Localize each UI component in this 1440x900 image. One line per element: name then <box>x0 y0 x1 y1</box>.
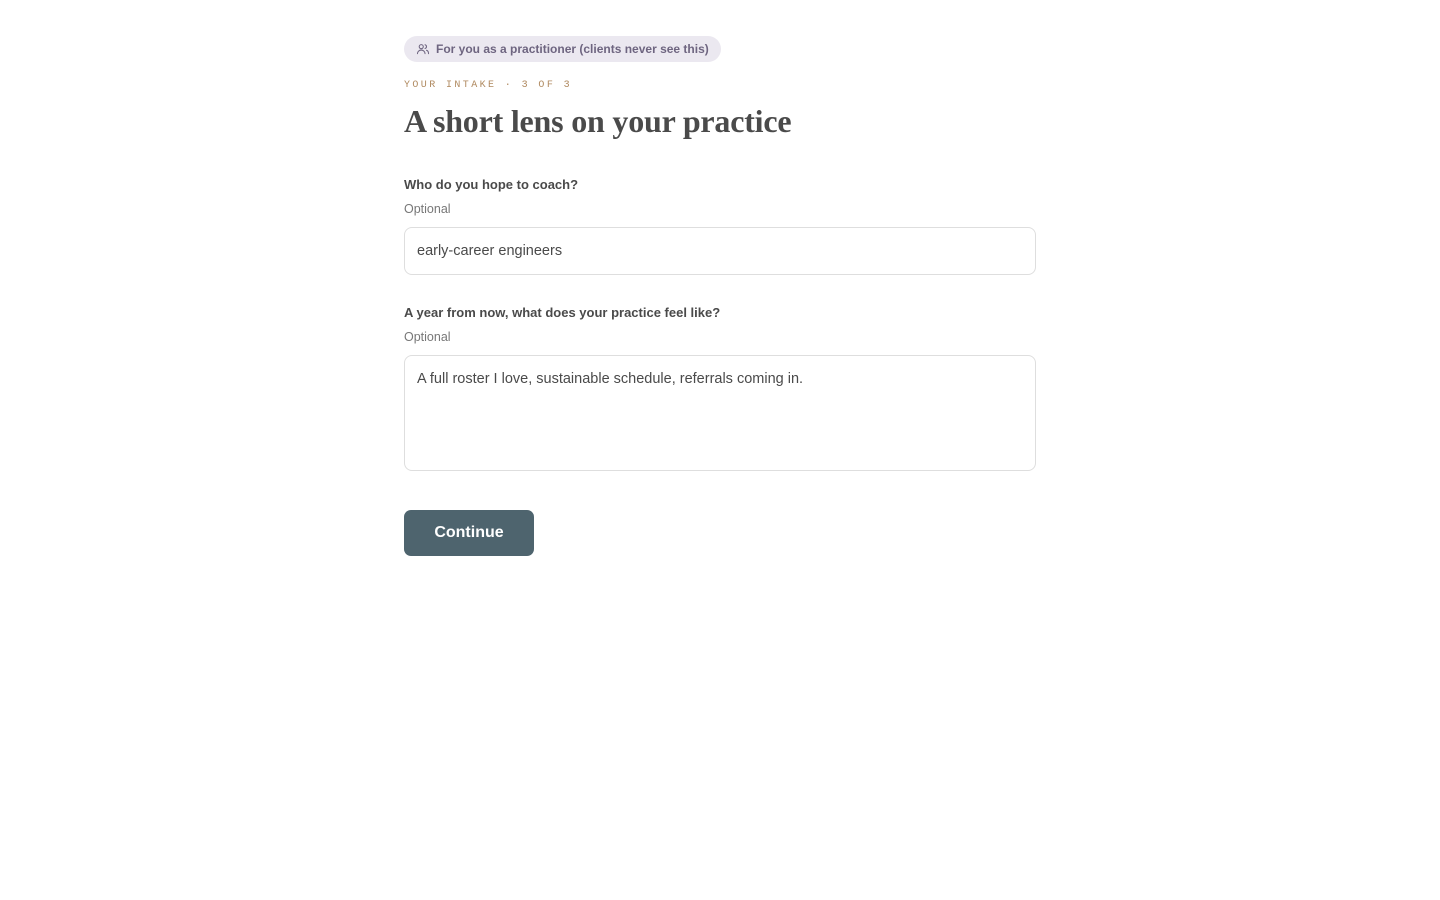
step-indicator: YOUR INTAKE · 3 OF 3 <box>404 80 573 91</box>
page-title: A short lens on your practice <box>404 103 792 139</box>
users-icon <box>416 42 430 56</box>
coach-audience-hint: Optional <box>404 202 451 216</box>
coach-audience-field: Who do you hope to coach? Optional <box>404 177 1036 275</box>
practice-vision-label: A year from now, what does your practice… <box>404 305 721 320</box>
coach-audience-label: Who do you hope to coach? <box>404 177 579 192</box>
badge-text: For you as a practitioner (clients never… <box>436 42 709 56</box>
practice-vision-textarea[interactable]: A full roster I love, sustainable schedu… <box>404 355 1036 471</box>
practice-vision-hint: Optional <box>404 330 451 344</box>
intake-form-container: For you as a practitioner (clients never… <box>404 36 1036 556</box>
continue-button[interactable]: Continue <box>404 510 534 556</box>
practice-vision-field: A year from now, what does your practice… <box>404 305 1036 471</box>
practitioner-only-badge: For you as a practitioner (clients never… <box>404 36 721 62</box>
coach-audience-input[interactable] <box>404 227 1036 275</box>
